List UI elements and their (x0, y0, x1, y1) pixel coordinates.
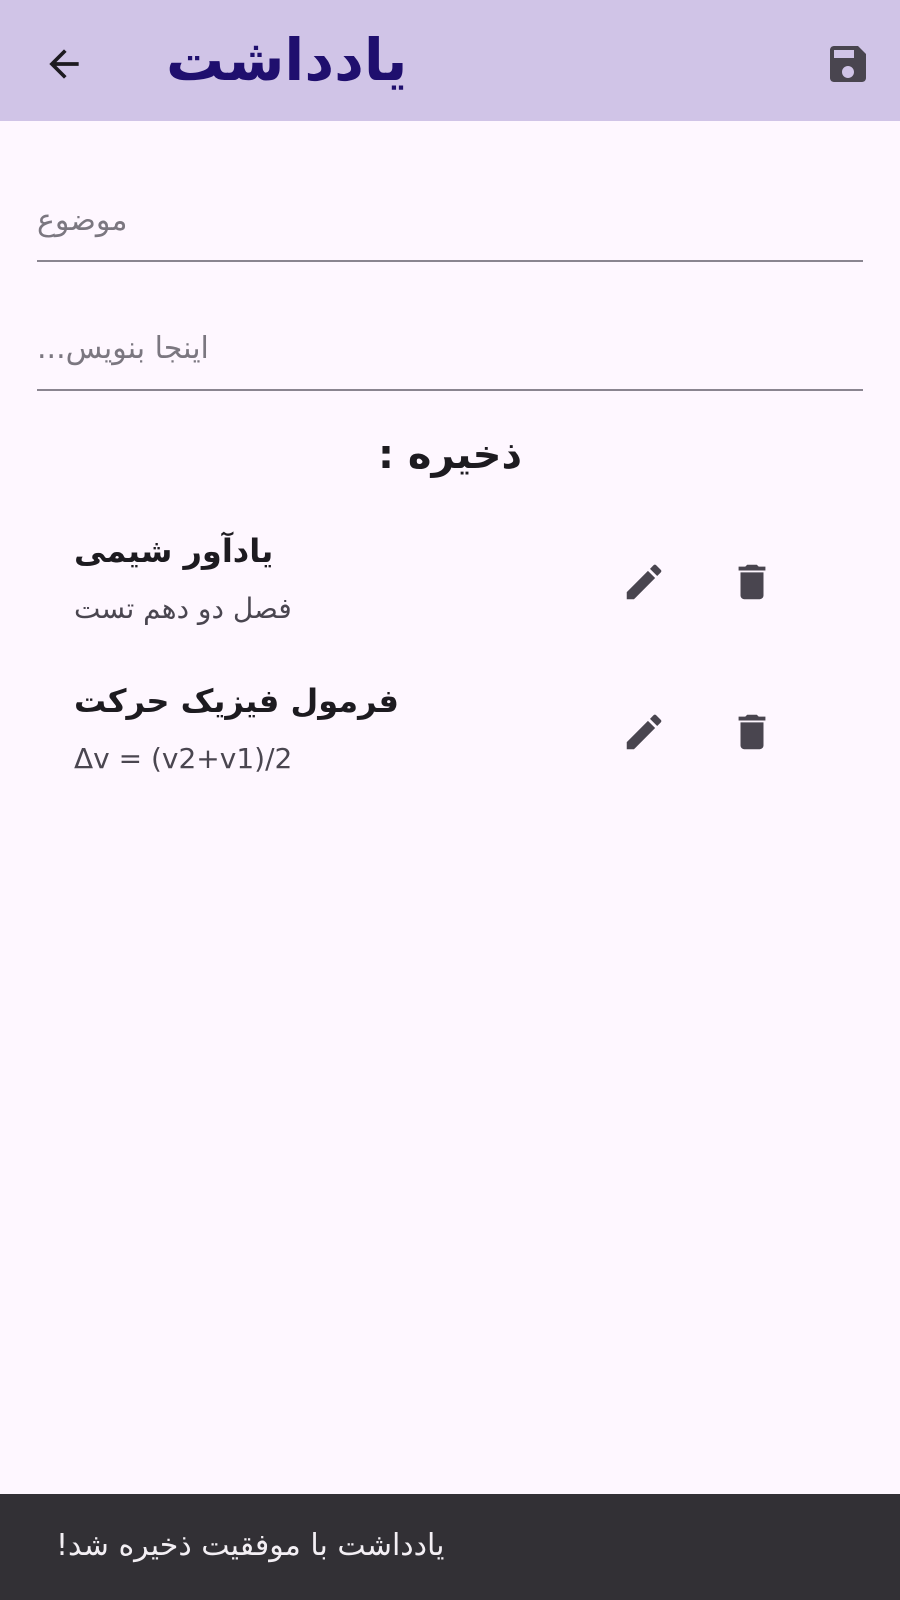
note-subtitle: فصل دو دهم تست (74, 592, 292, 625)
save-button[interactable] (820, 36, 876, 92)
arrow-back-icon (49, 49, 79, 79)
delete-button[interactable] (724, 554, 780, 610)
edit-button[interactable] (616, 554, 672, 610)
edit-button[interactable] (616, 704, 672, 760)
pencil-icon (626, 564, 662, 600)
snackbar: یادداشت با موفقیت ذخیره شد! (0, 1494, 900, 1600)
trash-icon (738, 564, 766, 600)
note-subtitle: Δv = (v2+v1)/2 (74, 742, 293, 775)
list-item[interactable]: فرمول فیزیک حرکت Δv = (v2+v1)/2 (74, 682, 794, 792)
list-item[interactable]: یادآور شیمی فصل دو دهم تست (74, 532, 794, 642)
note-body-input[interactable] (37, 308, 863, 391)
trash-icon (738, 714, 766, 750)
pencil-icon (626, 714, 662, 750)
note-screen: یادداشت ذخیره : یادآور شیمی فصل دو دهم ت… (0, 0, 900, 1600)
delete-button[interactable] (724, 704, 780, 760)
note-title: یادآور شیمی (74, 532, 274, 570)
page-title: یادداشت (166, 26, 408, 94)
app-bar: یادداشت (0, 0, 900, 121)
subject-input[interactable] (37, 180, 863, 262)
back-button[interactable] (36, 36, 92, 92)
saved-section-title: ذخیره : (377, 432, 523, 478)
snackbar-message: یادداشت با موفقیت ذخیره شد! (56, 1528, 445, 1563)
save-icon (830, 46, 866, 82)
note-title: فرمول فیزیک حرکت (74, 682, 399, 720)
